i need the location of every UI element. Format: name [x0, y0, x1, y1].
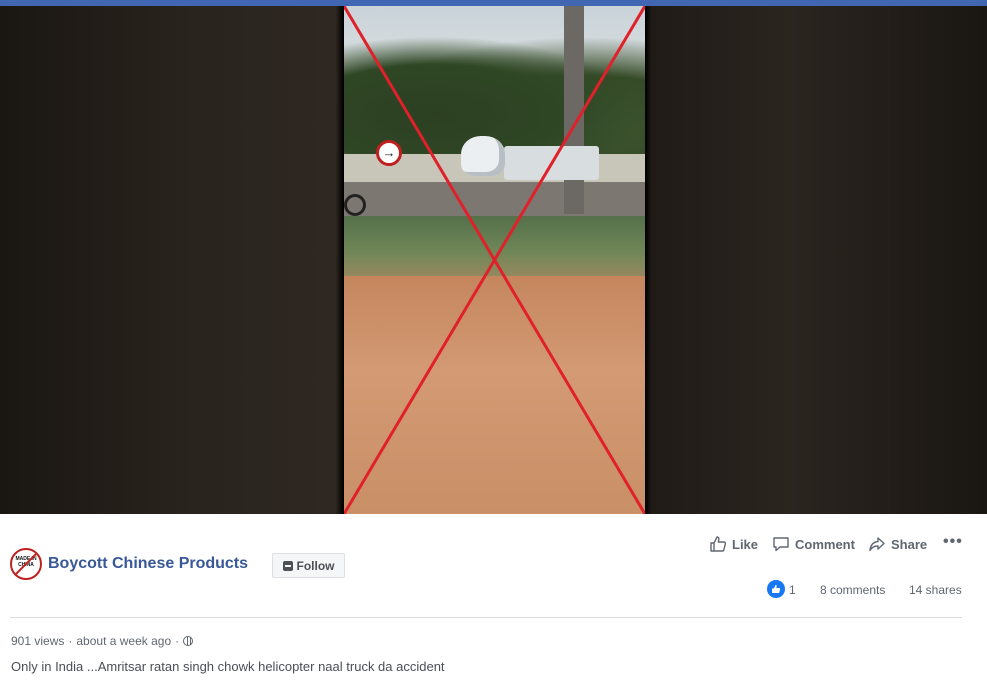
shares-count-link[interactable]: 14 shares — [909, 583, 962, 597]
red-cross-overlay — [344, 6, 645, 514]
share-label: Share — [891, 536, 928, 552]
video-frame[interactable]: → — [344, 6, 645, 514]
follow-button[interactable]: Follow — [272, 553, 345, 578]
page-avatar[interactable]: MADE IN CHINA — [10, 548, 42, 580]
post-timestamp[interactable]: about a week ago — [76, 634, 171, 648]
views-count: 901 views — [11, 634, 65, 648]
post-meta: 901 views · about a week ago · — [11, 634, 194, 648]
share-button[interactable]: Share — [868, 534, 927, 554]
share-icon — [869, 537, 885, 552]
reaction-count[interactable]: 1 — [789, 583, 796, 597]
post-caption: Only in India ...Amritsar ratan singh ch… — [11, 659, 445, 674]
thumbs-up-icon — [710, 536, 727, 552]
meta-separator-2: · — [175, 634, 180, 648]
like-reaction-icon[interactable] — [767, 580, 785, 598]
follow-label: Follow — [296, 558, 335, 573]
comments-count-link[interactable]: 8 comments — [820, 583, 885, 597]
video-player[interactable]: → — [0, 6, 987, 514]
globe-icon — [183, 636, 194, 646]
divider — [10, 617, 962, 618]
like-button[interactable]: Like — [709, 534, 758, 554]
page-name-link[interactable]: Boycott Chinese Products — [48, 555, 248, 573]
follow-icon — [282, 560, 293, 571]
meta-separator: · — [68, 634, 73, 648]
like-label: Like — [732, 536, 759, 552]
comment-button[interactable]: Comment — [772, 534, 855, 554]
more-options-icon[interactable]: ••• — [943, 532, 963, 552]
thumbs-up-mini-icon — [772, 585, 781, 593]
comment-icon — [773, 537, 789, 552]
comment-label: Comment — [795, 536, 855, 552]
